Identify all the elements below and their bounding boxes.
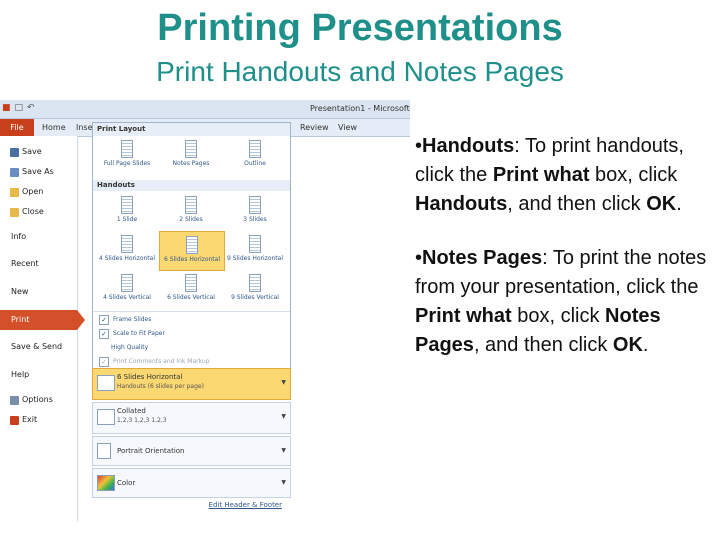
print-layout-dropdown: Print Layout Full Page Slides Notes Page…	[92, 122, 291, 386]
handout-thumbnail-icon	[185, 196, 197, 214]
layout-outline[interactable]: Outline	[223, 136, 287, 174]
powerpoint-print-screenshot: ■□↶ Presentation1 - Microsoft Powe File …	[0, 100, 410, 521]
option-print-comments: ✓ Print Comments and Ink Markup	[99, 356, 210, 368]
open-folder-icon	[10, 187, 19, 197]
tab-view[interactable]: View	[338, 123, 357, 132]
collation-setting[interactable]: Collated 1,2,3 1,2,3 1,2,3 ▼	[92, 402, 291, 434]
handout-6-slides-vertical[interactable]: 6 Slides Vertical	[159, 270, 223, 308]
backstage-print[interactable]: Print	[0, 310, 85, 330]
handout-9-slides-horizontal[interactable]: 9 Slides Horizontal	[223, 231, 287, 269]
collated-icon	[97, 409, 115, 425]
options-icon	[10, 395, 19, 405]
handout-thumbnail-icon	[121, 196, 133, 214]
handout-thumbnail-icon	[249, 274, 261, 292]
handout-thumbnail-icon	[121, 235, 133, 253]
option-scale-to-fit[interactable]: ✓ Scale to Fit Paper	[99, 328, 165, 340]
checkmark-icon: ✓	[99, 356, 109, 367]
backstage-open[interactable]: Open	[0, 182, 77, 202]
option-high-quality[interactable]: High Quality	[111, 342, 148, 354]
handout-2-slides[interactable]: 2 Slides	[159, 192, 223, 230]
option-frame-slides[interactable]: ✓ Frame Slides	[99, 314, 151, 326]
handout-thumbnail-icon	[249, 196, 261, 214]
handout-thumbnail-icon	[186, 236, 198, 254]
backstage-help[interactable]: Help	[0, 365, 77, 385]
window-titlebar: ■ □↶ Presentation1 - Microsoft Powe	[0, 100, 410, 119]
backstage-close[interactable]: Close	[0, 202, 77, 222]
close-folder-icon	[10, 207, 19, 217]
backstage-recent[interactable]: Recent	[0, 254, 77, 274]
tab-file[interactable]: File	[0, 119, 34, 136]
handout-thumbnail-icon	[249, 235, 261, 253]
backstage-exit[interactable]: Exit	[0, 410, 77, 430]
layout-notes-pages[interactable]: Notes Pages	[159, 136, 223, 174]
color-swatch-icon	[97, 475, 115, 491]
backstage-save[interactable]: Save	[0, 142, 77, 162]
slide-thumbnail-icon	[121, 140, 133, 158]
instructions: •Handouts: To print handouts, click the …	[415, 132, 715, 385]
window-title: Presentation1 - Microsoft Powe	[310, 104, 410, 113]
slide-subtitle: Print Handouts and Notes Pages	[156, 56, 564, 87]
backstage-options[interactable]: Options	[0, 390, 77, 410]
backstage-save-and-send[interactable]: Save & Send	[0, 337, 77, 357]
print-settings-panel: Print Layout Full Page Slides Notes Page…	[92, 122, 292, 521]
app-icon[interactable]: ■	[2, 103, 11, 113]
handout-9-slides-vertical[interactable]: 9 Slides Vertical	[223, 270, 287, 308]
color-setting[interactable]: Color ▼	[92, 468, 291, 498]
quick-access-toolbar: ■ □ ↶	[2, 103, 39, 113]
handout-4-slides-horizontal[interactable]: 4 Slides Horizontal	[95, 231, 159, 269]
chevron-down-icon: ▼	[281, 479, 286, 486]
save-as-icon	[10, 167, 19, 177]
portrait-icon	[97, 443, 111, 459]
backstage-save-as[interactable]: Save As	[0, 162, 77, 182]
backstage-menu: Save Save As Open Close Info Recent New …	[0, 136, 85, 521]
tab-home[interactable]: Home	[42, 123, 66, 132]
slide-title: Printing Presentations	[157, 7, 563, 49]
backstage-new[interactable]: New	[0, 282, 77, 302]
exit-icon	[10, 415, 19, 425]
print-layout-setting[interactable]: 6 Slides Horizontal Handouts (6 slides p…	[92, 368, 291, 400]
save-icon	[10, 147, 19, 157]
chevron-down-icon: ▼	[281, 379, 286, 386]
checkmark-icon: ✓	[99, 314, 109, 325]
handout-6-slides-horizontal[interactable]: 6 Slides Horizontal	[159, 231, 225, 271]
outline-thumbnail-icon	[249, 140, 261, 158]
handout-4-slides-vertical[interactable]: 4 Slides Vertical	[95, 270, 159, 308]
orientation-setting[interactable]: Portrait Orientation ▼	[92, 436, 291, 466]
undo-icon[interactable]: ↶	[27, 103, 35, 113]
handout-layout-icon	[97, 375, 115, 391]
chevron-down-icon: ▼	[281, 413, 286, 420]
tab-review[interactable]: Review	[300, 123, 329, 132]
backstage-info[interactable]: Info	[0, 227, 77, 247]
checkmark-icon: ✓	[99, 328, 109, 339]
edit-header-footer-link[interactable]: Edit Header & Footer	[209, 501, 282, 509]
layout-full-page-slides[interactable]: Full Page Slides	[95, 136, 159, 174]
chevron-down-icon: ▼	[281, 447, 286, 454]
handout-3-slides[interactable]: 3 Slides	[223, 192, 287, 230]
handout-thumbnail-icon	[121, 274, 133, 292]
print-layout-header: Print Layout	[93, 123, 290, 136]
notes-thumbnail-icon	[185, 140, 197, 158]
save-qat-icon[interactable]: □	[15, 103, 24, 113]
handouts-paragraph: •Handouts: To print handouts, click the …	[415, 135, 684, 215]
notes-pages-paragraph: •Notes Pages: To print the notes from yo…	[415, 247, 707, 356]
handouts-header: Handouts	[93, 180, 290, 191]
handout-thumbnail-icon	[185, 274, 197, 292]
handout-1-slide[interactable]: 1 Slide	[95, 192, 159, 230]
